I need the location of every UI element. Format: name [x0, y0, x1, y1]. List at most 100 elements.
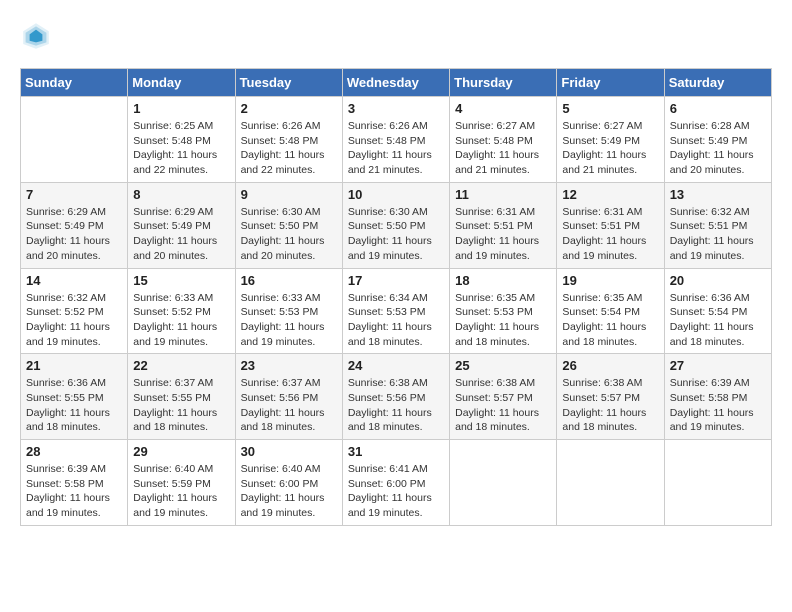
day-number: 9 — [241, 187, 337, 202]
day-number: 23 — [241, 358, 337, 373]
calendar-cell: 5 Sunrise: 6:27 AM Sunset: 5:49 PM Daylig… — [557, 97, 664, 183]
day-info: Sunrise: 6:29 AM Sunset: 5:49 PM Dayligh… — [26, 205, 122, 264]
calendar-cell: 6Sunrise: 6:28 AM Sunset: 5:49 PM Daylig… — [664, 97, 771, 183]
day-info: Sunrise: 6:41 AM Sunset: 6:00 PM Dayligh… — [348, 462, 444, 521]
day-header-tuesday: Tuesday — [235, 69, 342, 97]
day-header-wednesday: Wednesday — [342, 69, 449, 97]
calendar-cell: 22 Sunrise: 6:37 AM Sunset: 5:55 PM Dayli… — [128, 354, 235, 440]
day-number: 12 — [562, 187, 658, 202]
week-row-3: 14 Sunrise: 6:32 AM Sunset: 5:52 PM Dayli… — [21, 268, 772, 354]
calendar-cell: 29 Sunrise: 6:40 AM Sunset: 5:59 PM Dayli… — [128, 440, 235, 526]
calendar-table: SundayMondayTuesdayWednesdayThursdayFrid… — [20, 68, 772, 526]
logo-icon — [20, 20, 52, 52]
calendar-cell: 23 Sunrise: 6:37 AM Sunset: 5:56 PM Dayli… — [235, 354, 342, 440]
day-number: 2 — [241, 101, 337, 116]
day-number: 15 — [133, 273, 229, 288]
header — [20, 20, 772, 52]
calendar-cell: 14 Sunrise: 6:32 AM Sunset: 5:52 PM Dayli… — [21, 268, 128, 354]
day-number: 30 — [241, 444, 337, 459]
day-number: 1 — [133, 101, 229, 116]
day-number: 10 — [348, 187, 444, 202]
calendar-cell: 3Sunrise: 6:26 AM Sunset: 5:48 PM Daylig… — [342, 97, 449, 183]
week-row-1: 1 Sunrise: 6:25 AM Sunset: 5:48 PM Daylig… — [21, 97, 772, 183]
calendar-cell: 31Sunrise: 6:41 AM Sunset: 6:00 PM Dayli… — [342, 440, 449, 526]
calendar-cell: 21 Sunrise: 6:36 AM Sunset: 5:55 PM Dayli… — [21, 354, 128, 440]
calendar-cell: 2 Sunrise: 6:26 AM Sunset: 5:48 PM Daylig… — [235, 97, 342, 183]
day-info: Sunrise: 6:30 AM Sunset: 5:50 PM Dayligh… — [241, 205, 337, 264]
day-info: Sunrise: 6:27 AM Sunset: 5:49 PM Dayligh… — [562, 119, 658, 178]
day-number: 8 — [133, 187, 229, 202]
day-info: Sunrise: 6:37 AM Sunset: 5:55 PM Dayligh… — [133, 376, 229, 435]
day-number: 16 — [241, 273, 337, 288]
day-number: 22 — [133, 358, 229, 373]
day-number: 4 — [455, 101, 551, 116]
day-info: Sunrise: 6:31 AM Sunset: 5:51 PM Dayligh… — [455, 205, 551, 264]
calendar-cell — [557, 440, 664, 526]
week-row-5: 28 Sunrise: 6:39 AM Sunset: 5:58 PM Dayli… — [21, 440, 772, 526]
day-number: 13 — [670, 187, 766, 202]
day-number: 5 — [562, 101, 658, 116]
calendar-cell — [21, 97, 128, 183]
week-row-2: 7 Sunrise: 6:29 AM Sunset: 5:49 PM Daylig… — [21, 182, 772, 268]
day-header-saturday: Saturday — [664, 69, 771, 97]
day-number: 28 — [26, 444, 122, 459]
calendar-cell: 20 Sunrise: 6:36 AM Sunset: 5:54 PM Dayli… — [664, 268, 771, 354]
day-number: 3 — [348, 101, 444, 116]
day-number: 7 — [26, 187, 122, 202]
calendar-cell: 1 Sunrise: 6:25 AM Sunset: 5:48 PM Daylig… — [128, 97, 235, 183]
day-info: Sunrise: 6:36 AM Sunset: 5:55 PM Dayligh… — [26, 376, 122, 435]
day-number: 17 — [348, 273, 444, 288]
calendar-cell: 11 Sunrise: 6:31 AM Sunset: 5:51 PM Dayli… — [450, 182, 557, 268]
calendar-cell: 26Sunrise: 6:38 AM Sunset: 5:57 PM Dayli… — [557, 354, 664, 440]
day-info: Sunrise: 6:35 AM Sunset: 5:54 PM Dayligh… — [562, 291, 658, 350]
logo — [20, 20, 58, 52]
day-header-thursday: Thursday — [450, 69, 557, 97]
day-number: 29 — [133, 444, 229, 459]
day-info: Sunrise: 6:32 AM Sunset: 5:52 PM Dayligh… — [26, 291, 122, 350]
day-info: Sunrise: 6:31 AM Sunset: 5:51 PM Dayligh… — [562, 205, 658, 264]
calendar-cell — [664, 440, 771, 526]
day-number: 20 — [670, 273, 766, 288]
calendar-cell: 7 Sunrise: 6:29 AM Sunset: 5:49 PM Daylig… — [21, 182, 128, 268]
day-number: 27 — [670, 358, 766, 373]
day-info: Sunrise: 6:39 AM Sunset: 5:58 PM Dayligh… — [670, 376, 766, 435]
calendar-cell: 18Sunrise: 6:35 AM Sunset: 5:53 PM Dayli… — [450, 268, 557, 354]
week-row-4: 21 Sunrise: 6:36 AM Sunset: 5:55 PM Dayli… — [21, 354, 772, 440]
day-number: 14 — [26, 273, 122, 288]
calendar-cell — [450, 440, 557, 526]
day-number: 25 — [455, 358, 551, 373]
day-info: Sunrise: 6:38 AM Sunset: 5:56 PM Dayligh… — [348, 376, 444, 435]
day-header-monday: Monday — [128, 69, 235, 97]
day-number: 21 — [26, 358, 122, 373]
day-info: Sunrise: 6:28 AM Sunset: 5:49 PM Dayligh… — [670, 119, 766, 178]
calendar-cell: 24 Sunrise: 6:38 AM Sunset: 5:56 PM Dayli… — [342, 354, 449, 440]
day-info: Sunrise: 6:29 AM Sunset: 5:49 PM Dayligh… — [133, 205, 229, 264]
day-number: 11 — [455, 187, 551, 202]
day-number: 19 — [562, 273, 658, 288]
calendar-cell: 19 Sunrise: 6:35 AM Sunset: 5:54 PM Dayli… — [557, 268, 664, 354]
day-info: Sunrise: 6:32 AM Sunset: 5:51 PM Dayligh… — [670, 205, 766, 264]
day-info: Sunrise: 6:36 AM Sunset: 5:54 PM Dayligh… — [670, 291, 766, 350]
day-info: Sunrise: 6:33 AM Sunset: 5:53 PM Dayligh… — [241, 291, 337, 350]
calendar-cell: 25Sunrise: 6:38 AM Sunset: 5:57 PM Dayli… — [450, 354, 557, 440]
day-info: Sunrise: 6:25 AM Sunset: 5:48 PM Dayligh… — [133, 119, 229, 178]
day-header-sunday: Sunday — [21, 69, 128, 97]
calendar-cell: 13 Sunrise: 6:32 AM Sunset: 5:51 PM Dayli… — [664, 182, 771, 268]
day-info: Sunrise: 6:26 AM Sunset: 5:48 PM Dayligh… — [241, 119, 337, 178]
calendar-cell: 27 Sunrise: 6:39 AM Sunset: 5:58 PM Dayli… — [664, 354, 771, 440]
day-info: Sunrise: 6:38 AM Sunset: 5:57 PM Dayligh… — [562, 376, 658, 435]
day-info: Sunrise: 6:37 AM Sunset: 5:56 PM Dayligh… — [241, 376, 337, 435]
calendar-cell: 10 Sunrise: 6:30 AM Sunset: 5:50 PM Dayli… — [342, 182, 449, 268]
day-info: Sunrise: 6:30 AM Sunset: 5:50 PM Dayligh… — [348, 205, 444, 264]
calendar-cell: 28 Sunrise: 6:39 AM Sunset: 5:58 PM Dayli… — [21, 440, 128, 526]
calendar-cell: 16 Sunrise: 6:33 AM Sunset: 5:53 PM Dayli… — [235, 268, 342, 354]
day-info: Sunrise: 6:40 AM Sunset: 5:59 PM Dayligh… — [133, 462, 229, 521]
day-info: Sunrise: 6:39 AM Sunset: 5:58 PM Dayligh… — [26, 462, 122, 521]
day-info: Sunrise: 6:33 AM Sunset: 5:52 PM Dayligh… — [133, 291, 229, 350]
day-number: 18 — [455, 273, 551, 288]
day-info: Sunrise: 6:40 AM Sunset: 6:00 PM Dayligh… — [241, 462, 337, 521]
day-info: Sunrise: 6:27 AM Sunset: 5:48 PM Dayligh… — [455, 119, 551, 178]
day-number: 24 — [348, 358, 444, 373]
calendar-cell: 8 Sunrise: 6:29 AM Sunset: 5:49 PM Daylig… — [128, 182, 235, 268]
calendar-cell: 30 Sunrise: 6:40 AM Sunset: 6:00 PM Dayli… — [235, 440, 342, 526]
